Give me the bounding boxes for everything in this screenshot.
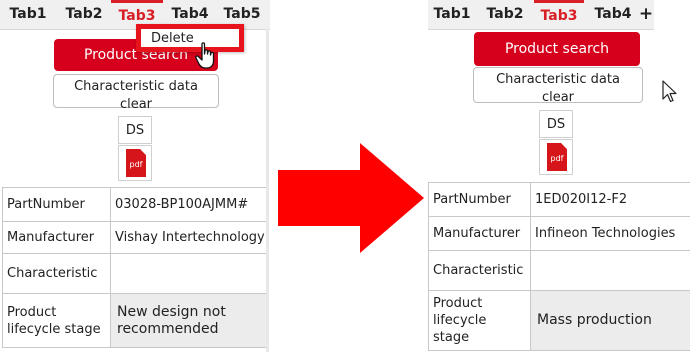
table-row: Manufacturer Infineon Technologies (428, 216, 690, 251)
tab-3[interactable]: Tab3 (534, 0, 584, 29)
row-label: Product lifecycle stage (428, 290, 531, 351)
table-row: Product lifecycle stage New design not r… (2, 293, 267, 348)
pdf-icon[interactable]: pdf (118, 145, 152, 181)
clear-button-line1: Characteristic data (496, 72, 620, 87)
characteristic-value (530, 250, 690, 291)
manufacturer-value: Infineon Technologies (530, 216, 690, 251)
properties-table: PartNumber 1ED020I12-F2 Manufacturer Inf… (428, 182, 690, 351)
ds-button[interactable]: DS (118, 116, 152, 144)
table-row: PartNumber 1ED020I12-F2 (428, 182, 690, 217)
tab-4[interactable]: Tab4 (588, 0, 638, 29)
characteristic-data-clear-button[interactable]: Characteristic data clear (53, 74, 219, 112)
tab-2[interactable]: Tab2 (59, 0, 109, 29)
properties-table: PartNumber 03028-BP100AJMM# Manufacturer… (2, 187, 267, 348)
scrollbar[interactable] (266, 29, 269, 352)
table-row: Characteristic (2, 253, 267, 294)
context-menu: Delete (136, 24, 244, 52)
after-panel: Tab1 Tab2 Tab3 Tab4 + Product search Cha… (428, 0, 690, 352)
row-label: PartNumber (2, 187, 111, 222)
row-label: PartNumber (428, 182, 531, 217)
arrow-cursor-icon (662, 80, 677, 103)
delete-menu-item[interactable]: Delete (151, 31, 194, 46)
characteristic-value (110, 253, 267, 294)
table-row: Product lifecycle stage Mass production (428, 290, 690, 351)
lifecycle-value: New design not recommended (110, 293, 267, 348)
clear-button-line2: clear (119, 97, 153, 112)
product-search-button[interactable]: Product search (474, 32, 640, 66)
tab-1[interactable]: Tab1 (430, 0, 474, 29)
hand-cursor-icon (195, 42, 215, 69)
row-label: Manufacturer (428, 216, 531, 251)
ds-button[interactable]: DS (539, 110, 573, 138)
characteristic-data-clear-button[interactable]: Characteristic data clear (473, 67, 643, 105)
row-label: Characteristic (428, 250, 531, 291)
row-label: Product lifecycle stage (2, 293, 111, 348)
manufacturer-value: Vishay Intertechnology (110, 221, 267, 254)
table-row: Characteristic (428, 250, 690, 291)
row-label: Characteristic (2, 253, 111, 294)
tab-1[interactable]: Tab1 (6, 0, 50, 29)
partnumber-value: 03028-BP100AJMM# (110, 187, 267, 222)
table-row: Manufacturer Vishay Intertechnology (2, 221, 267, 254)
clear-button-line1: Characteristic data (74, 79, 198, 94)
right-arrow-icon (278, 143, 424, 253)
pdf-icon-label: pdf (550, 154, 564, 163)
add-tab-button[interactable]: + (638, 0, 654, 29)
pdf-icon-label: pdf (129, 160, 143, 169)
lifecycle-value: Mass production (530, 290, 690, 351)
before-panel: Tab1 Tab2 Tab3 Tab4 Tab5 Product search … (0, 0, 270, 352)
table-row: PartNumber 03028-BP100AJMM# (2, 187, 267, 222)
pdf-icon[interactable]: pdf (539, 139, 573, 175)
tab-bar: Tab1 Tab2 Tab3 Tab4 + (428, 0, 654, 30)
partnumber-value: 1ED020I12-F2 (530, 182, 690, 217)
tab-2[interactable]: Tab2 (481, 0, 529, 29)
row-label: Manufacturer (2, 221, 111, 254)
clear-button-line2: clear (541, 90, 575, 105)
